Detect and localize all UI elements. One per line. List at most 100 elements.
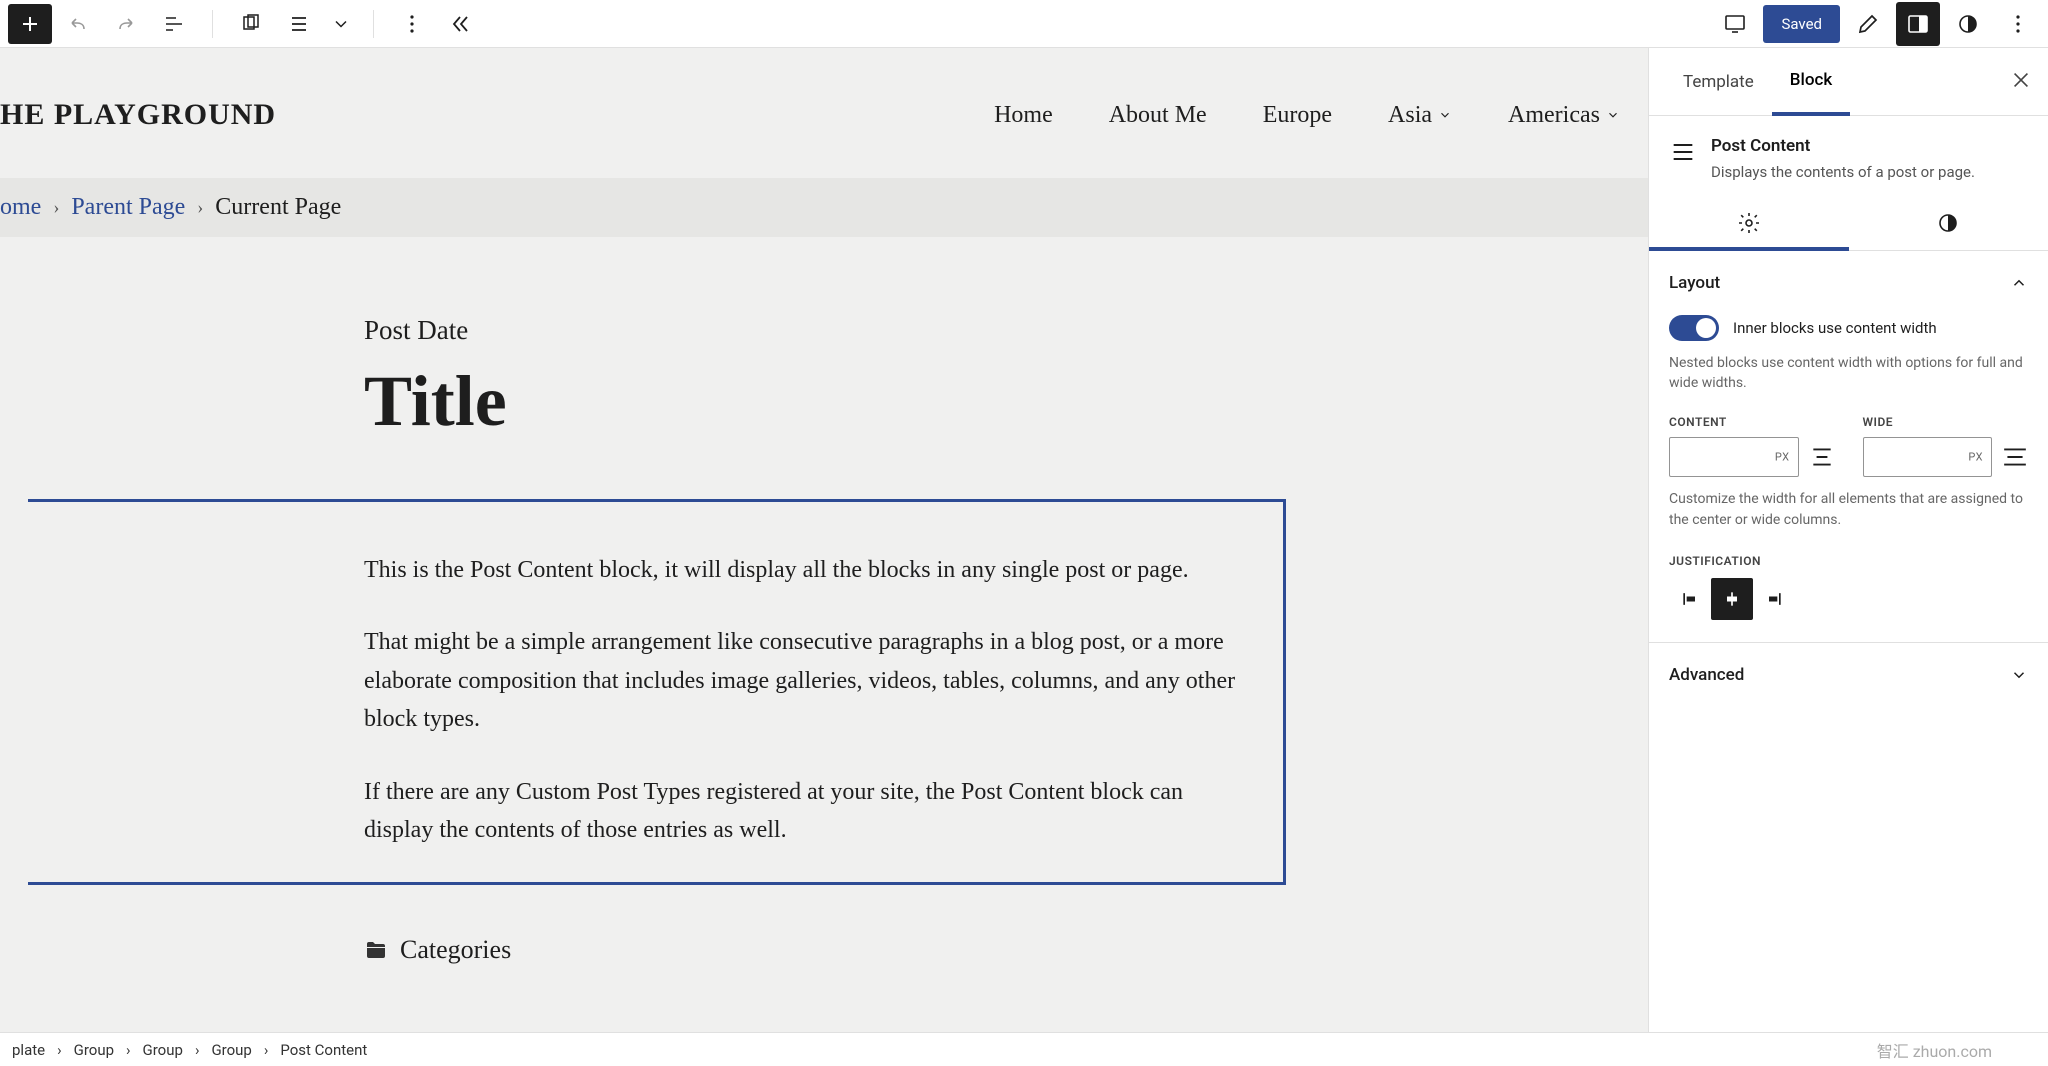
align-center-icon[interactable] xyxy=(1809,444,1835,470)
wide-width-input[interactable]: PX xyxy=(1863,437,1993,477)
post-title-block[interactable]: Title xyxy=(364,360,1284,443)
crumb-item[interactable]: Post Content xyxy=(280,1041,367,1059)
redo-button[interactable] xyxy=(104,2,148,46)
subtab-styles[interactable] xyxy=(1849,196,2048,250)
nav-label: Home xyxy=(994,102,1053,129)
contrast-circle-icon xyxy=(1956,12,1980,36)
site-header: HE PLAYGROUND Home About Me Europe Asia … xyxy=(0,48,1648,168)
toolbar-divider xyxy=(373,10,374,38)
block-align-button[interactable] xyxy=(277,2,321,46)
breadcrumb-parent[interactable]: Parent Page xyxy=(71,194,185,221)
undo-icon xyxy=(66,12,90,36)
styles-button[interactable] xyxy=(1946,2,1990,46)
breadcrumb: ome › Parent Page › Current Page xyxy=(0,194,341,221)
chevron-down-icon xyxy=(1438,108,1452,122)
breadcrumb-separator: › xyxy=(53,197,59,218)
list-bars-icon xyxy=(162,12,186,36)
unit-label: PX xyxy=(1968,451,1983,464)
site-title[interactable]: HE PLAYGROUND xyxy=(0,98,276,132)
undo-button[interactable] xyxy=(56,2,100,46)
nav-item-about[interactable]: About Me xyxy=(1109,102,1207,129)
settings-sidebar-toggle[interactable] xyxy=(1896,2,1940,46)
crumb-item[interactable]: Group xyxy=(211,1041,251,1059)
justify-right-button[interactable] xyxy=(1753,578,1795,620)
toggle-help-text: Nested blocks use content width with opt… xyxy=(1669,353,2028,394)
block-breadcrumb: plate› Group› Group› Group› Post Content xyxy=(12,1041,367,1059)
close-inspector-button[interactable] xyxy=(2010,69,2032,95)
save-status-pill[interactable]: Saved xyxy=(1763,5,1840,43)
nav-label: Americas xyxy=(1508,102,1600,129)
chevron-up-icon xyxy=(2010,274,2028,292)
gear-icon xyxy=(1737,211,1761,235)
justify-left-button[interactable] xyxy=(1669,578,1711,620)
document-overview-button[interactable] xyxy=(152,2,196,46)
align-wide-icon[interactable] xyxy=(2002,444,2028,470)
nav-label: About Me xyxy=(1109,102,1207,129)
post-content-block[interactable]: This is the Post Content block, it will … xyxy=(364,499,1284,885)
nav-item-asia[interactable]: Asia xyxy=(1388,102,1452,129)
advanced-heading: Advanced xyxy=(1669,665,1744,685)
unit-label: PX xyxy=(1775,451,1790,464)
justify-right-icon xyxy=(1764,589,1784,609)
categories-block[interactable]: Categories xyxy=(364,935,1284,965)
folder-icon xyxy=(364,938,388,962)
block-more-options-button[interactable] xyxy=(390,2,434,46)
pencil-icon xyxy=(1856,12,1880,36)
toggle-label: Inner blocks use content width xyxy=(1733,319,1937,337)
paragraph-block[interactable]: If there are any Custom Post Types regis… xyxy=(364,773,1244,850)
paragraph-block[interactable]: That might be a simple arrangement like … xyxy=(364,623,1244,738)
breadcrumb-current: Current Page xyxy=(215,194,341,221)
crumb-item[interactable]: Group xyxy=(74,1041,114,1059)
nav-item-europe[interactable]: Europe xyxy=(1263,102,1332,129)
advanced-panel-toggle[interactable]: Advanced xyxy=(1649,643,2048,707)
breadcrumb-home[interactable]: ome xyxy=(0,194,41,221)
collapse-toolbar-button[interactable] xyxy=(438,2,482,46)
content-width-label: CONTENT xyxy=(1669,415,1835,429)
chevron-down-icon xyxy=(1606,108,1620,122)
copy-icon xyxy=(239,12,263,36)
justify-left-icon xyxy=(1680,589,1700,609)
block-description: Displays the contents of a post or page. xyxy=(1711,162,1975,184)
post-date-block[interactable]: Post Date xyxy=(364,315,1284,346)
chevron-down-icon xyxy=(2010,666,2028,684)
crumb-item[interactable]: plate xyxy=(12,1041,45,1059)
nav-label: Europe xyxy=(1263,102,1332,129)
paragraph-block[interactable]: This is the Post Content block, it will … xyxy=(364,551,1244,589)
inspector-tabs: Template Block xyxy=(1649,48,2048,116)
add-block-button[interactable] xyxy=(8,4,52,44)
crumb-item[interactable]: Group xyxy=(143,1041,183,1059)
page-breadcrumb-strip: ome › Parent Page › Current Page xyxy=(0,178,1648,237)
close-icon xyxy=(2010,69,2032,91)
post-content-icon xyxy=(1669,138,1697,166)
edit-mode-button[interactable] xyxy=(1846,2,1890,46)
content-width-toggle[interactable] xyxy=(1669,315,1719,341)
nav-item-americas[interactable]: Americas xyxy=(1508,102,1620,129)
justification-buttons xyxy=(1669,578,2028,620)
content-width-toggle-row: Inner blocks use content width xyxy=(1669,315,2028,341)
dots-vertical-icon xyxy=(400,12,424,36)
align-lines-icon xyxy=(287,12,311,36)
justify-center-button[interactable] xyxy=(1711,578,1753,620)
width-help-text: Customize the width for all elements tha… xyxy=(1669,489,2028,530)
sidebar-panel-icon xyxy=(1906,12,1930,36)
toolbar-left-group xyxy=(8,2,482,46)
editor-options-button[interactable] xyxy=(1996,2,2040,46)
redo-icon xyxy=(114,12,138,36)
contrast-circle-icon xyxy=(1936,211,1960,235)
subtab-settings[interactable] xyxy=(1649,196,1849,250)
toolbar-dropdown-button[interactable] xyxy=(325,2,357,46)
block-card: Post Content Displays the contents of a … xyxy=(1649,116,2048,196)
nav-item-home[interactable]: Home xyxy=(994,102,1053,129)
layout-heading: Layout xyxy=(1669,273,1720,293)
layout-panel-toggle[interactable]: Layout xyxy=(1669,273,2028,293)
chevron-down-icon xyxy=(331,12,351,36)
block-breadcrumb-footer: plate› Group› Group› Group› Post Content… xyxy=(0,1032,2048,1066)
toolbar-right-group: Saved xyxy=(1713,2,2040,46)
copy-tool-button[interactable] xyxy=(229,2,273,46)
content-width-input[interactable]: PX xyxy=(1669,437,1799,477)
view-button[interactable] xyxy=(1713,2,1757,46)
tab-block[interactable]: Block xyxy=(1772,48,1850,116)
tab-template[interactable]: Template xyxy=(1665,50,1772,114)
categories-label: Categories xyxy=(400,935,511,965)
editor-canvas: HE PLAYGROUND Home About Me Europe Asia … xyxy=(0,48,1648,1032)
